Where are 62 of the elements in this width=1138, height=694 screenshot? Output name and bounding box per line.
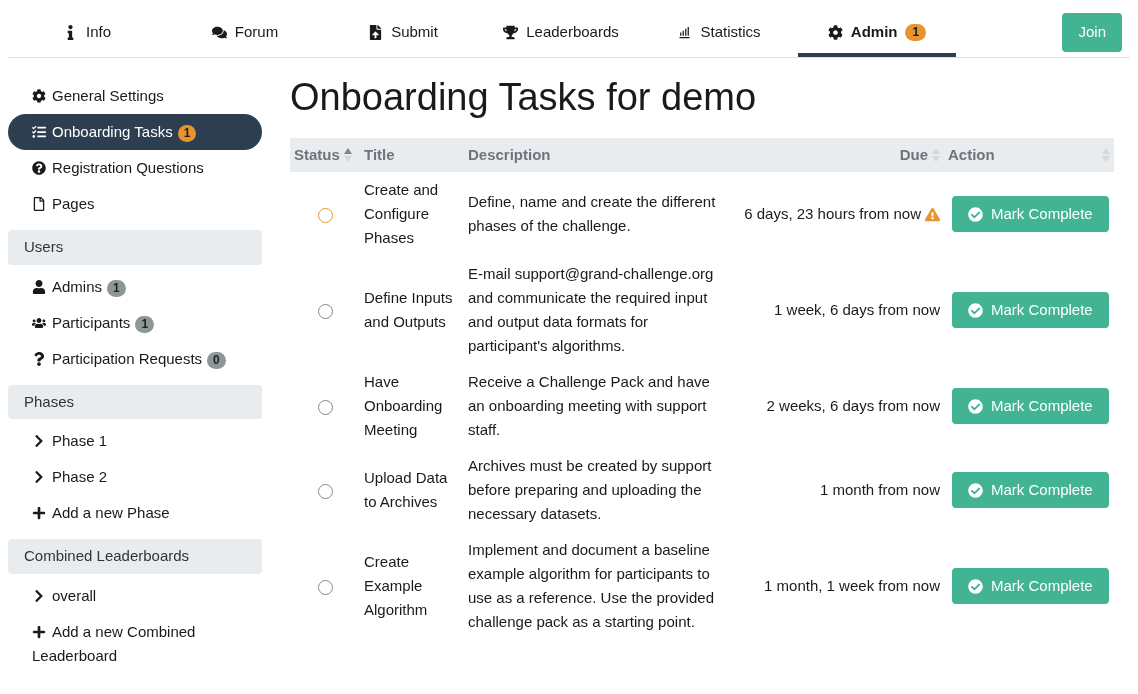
sidebar-item[interactable]: Registration Questions — [8, 150, 262, 186]
plus-icon — [32, 506, 46, 520]
checklist-icon — [32, 125, 46, 139]
trophy-icon — [503, 24, 519, 40]
nav-tab[interactable]: Leaderboards — [482, 11, 640, 57]
table-cell-text: Create Example Algorithm — [363, 552, 429, 620]
table-cell-text: Upload Data to Archives — [363, 468, 449, 512]
nav-tab[interactable]: Submit — [324, 11, 482, 57]
bar-chart-icon — [677, 24, 693, 40]
column-header[interactable]: Description — [464, 137, 724, 172]
count-badge: 1 — [135, 315, 155, 333]
section-header: Combined Leaderboards — [8, 539, 262, 574]
due-text: 1 month, 1 week from now — [764, 576, 940, 596]
table-cell-text: Implement and document a baseline example algorithm for participants to use as a reference. Use the provided challenge pack as a starting point. — [467, 540, 715, 632]
section-header: Phases — [8, 384, 262, 419]
column-header[interactable]: Title — [360, 137, 464, 172]
table-cell: Define, name and create the different phases of the challenge. — [464, 172, 724, 256]
table-cell: Create and Configure Phases — [360, 172, 464, 256]
due-text: 1 month from now — [819, 480, 940, 500]
settings-icon — [827, 24, 843, 40]
nav-tab[interactable]: Admin 1 — [798, 11, 956, 57]
nav-tab[interactable]: Statistics — [640, 11, 798, 57]
sidebar-item[interactable]: Phase 2 — [8, 459, 262, 495]
sidebar-item[interactable]: Onboarding Tasks 1 — [8, 114, 262, 150]
count-badge: 0 — [207, 351, 226, 369]
sidebar-item[interactable]: Pages — [8, 186, 262, 222]
sidebar-item[interactable]: Add a new Combined Leaderboard — [8, 613, 262, 674]
due-text: 6 days, 23 hours from now — [744, 204, 921, 224]
sidebar-item[interactable]: General Settings — [8, 78, 262, 114]
user-icon — [32, 279, 46, 294]
column-header[interactable]: Action — [944, 137, 1114, 172]
users-icon — [32, 315, 46, 330]
sidebar-item[interactable]: Admins 1 — [8, 268, 262, 305]
sidebar-item[interactable]: overall — [8, 577, 262, 614]
sidebar-item[interactable]: Participation Requests 0 — [8, 340, 262, 377]
table-cell-text: Archives must be created by support before preparing and uploading the necessary datasets. — [467, 456, 713, 524]
page-title: Onboarding Tasks for demo — [290, 75, 758, 120]
page-icon — [32, 197, 46, 211]
table-cell-text: Define Inputs and Outputs — [363, 288, 454, 332]
sidebar-item[interactable]: Phase 1 — [8, 423, 262, 459]
table-cell-text: E-mail support@grand-challenge.org and communicate the required input and output data formats for participant's algorithms. — [467, 264, 715, 356]
count-badge: 1 — [177, 125, 197, 142]
plus-icon — [32, 624, 46, 639]
table-cell-text: Receive a Challenge Pack and have an onboarding meeting with support staff. — [467, 372, 711, 440]
count-badge: 1 — [107, 279, 126, 297]
sort-icon — [343, 147, 352, 162]
notification-badge: 1 — [905, 23, 927, 41]
due-text: 2 weeks, 6 days from now — [766, 396, 940, 416]
sidebar-item[interactable]: Add a new Phase — [8, 495, 262, 531]
nav-tab[interactable]: Forum — [166, 11, 324, 57]
column-header[interactable]: Due — [724, 137, 944, 172]
nav-tab[interactable]: Info — [8, 11, 166, 57]
upload-icon — [368, 24, 384, 40]
column-header[interactable]: Status — [290, 137, 360, 172]
warning-icon — [925, 206, 940, 222]
section-header: Users — [8, 230, 262, 265]
sidebar-item[interactable]: Participants 1 — [8, 304, 262, 341]
settings-icon — [32, 89, 46, 103]
speech-bubbles-icon — [211, 24, 227, 40]
question-mark-icon — [32, 351, 46, 366]
table-cell-text: Have Onboarding Meeting — [363, 372, 444, 440]
due-text: 1 week, 6 days from now — [774, 300, 940, 320]
